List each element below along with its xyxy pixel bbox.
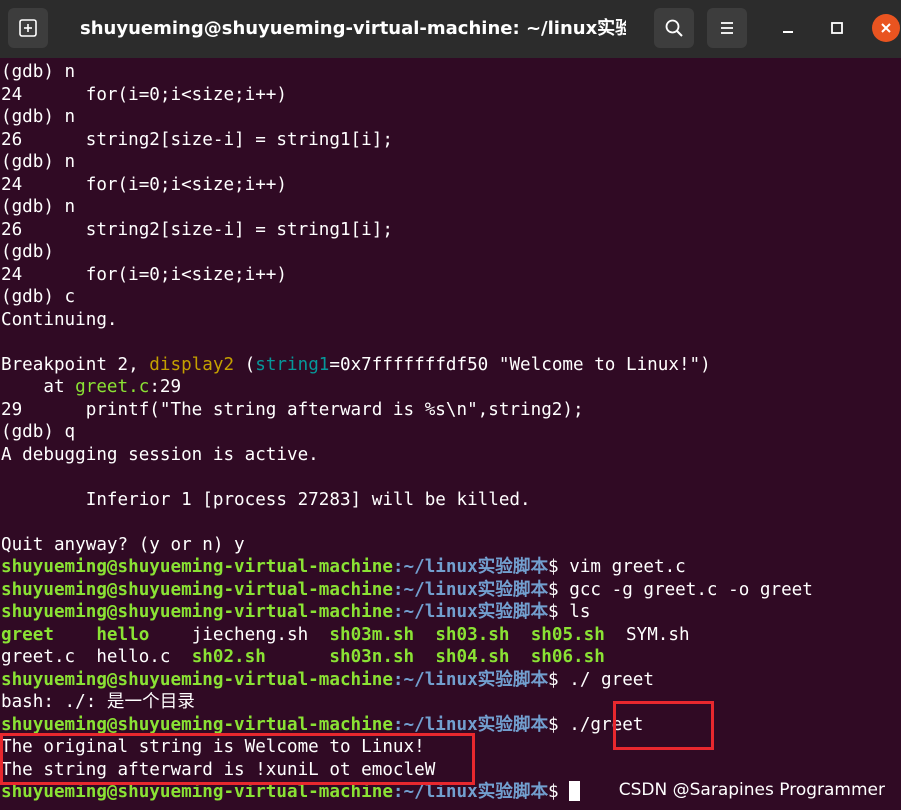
prompt-line: shuyueming@shuyueming-virtual-machine:~/… [0,669,901,692]
prompt-symbol: $ [548,602,570,622]
close-button[interactable] [872,14,900,42]
prompt-path: :~/linux实验脚本 [392,602,549,622]
terminal-line: 29 printf("The string afterward is %s\n"… [1,399,584,420]
prompt-symbol: $ [548,557,570,577]
ls-executable-file: greet [1,624,54,645]
watermark: CSDN @Sarapines Programmer [618,780,885,800]
terminal-line: 26 string2[size-i] = string1[i]; [1,129,393,150]
new-tab-button[interactable] [8,8,48,48]
close-icon [881,23,891,33]
terminal-line: (gdb) [1,242,54,262]
prompt-user: shuyueming@shuyueming-virtual-machine [1,579,393,600]
prompt-path: :~/linux实验脚本 [392,782,549,802]
command-text: gcc -g greet.c -o greet [569,579,813,600]
terminal-line: (gdb) q [1,422,76,442]
prompt-line: shuyueming@shuyueming-virtual-machine:~/… [0,601,901,624]
prompt-user: shuyueming@shuyueming-virtual-machine [1,602,393,622]
terminal-line: 26 string2[size-i] = string1[i]; [1,219,393,240]
prompt-line: shuyueming@shuyueming-virtual-machine:~/… [0,579,901,602]
menu-button[interactable] [707,8,747,48]
prompt-user: shuyueming@shuyueming-virtual-machine [1,557,393,577]
function-name: display2 [149,354,235,375]
prompt-symbol: $ [548,782,570,802]
terminal-line: (gdb) n [1,107,76,127]
ls-executable-file: sh03m.sh [329,624,415,645]
search-button[interactable] [654,8,694,48]
ls-file: jiecheng.sh [191,624,309,645]
terminal-line: A debugging session is active. [1,444,319,465]
terminal-line: Quit anyway? (y or n) y [1,534,245,555]
source-file: greet.c [75,377,150,397]
maximize-icon [831,22,843,34]
breakpoint-line: Breakpoint 2, display2 (string1=0x7fffff… [0,354,901,377]
prompt-symbol: $ [548,669,570,690]
terminal-line: (gdb) n [1,152,76,172]
command-text: vim greet.c [569,557,686,577]
prompt-path: :~/linux实验脚本 [392,714,549,735]
minimize-icon [783,31,793,33]
prompt-path: :~/linux实验脚本 [392,579,549,600]
ls-executable-file: sh03n.sh [329,647,415,667]
new-tab-icon [19,19,37,37]
terminal-line: (gdb) c [1,287,76,307]
prompt-user: shuyueming@shuyueming-virtual-machine [1,669,393,690]
at-label: at [1,377,76,397]
ls-executable-file: sh03.sh [435,624,510,645]
argument-value: =0x7fffffffdf50 "Welcome to Linux!") [329,354,711,375]
ls-output-row: greet hello jiecheng.sh sh03m.sh sh03.sh… [0,624,901,647]
breakpoint-label: Breakpoint 2, [1,354,150,375]
terminal-line: 24 for(i=0;i<size;i++) [1,174,287,195]
prompt-symbol: $ [548,579,570,600]
ls-executable-file: sh04.sh [435,647,510,667]
ls-output-row: greet.c hello.c sh02.sh sh03n.sh sh04.sh… [0,646,901,669]
prompt-path: :~/linux实验脚本 [392,557,549,577]
command-text: ./ greet [569,669,654,690]
terminal-line: (gdb) n [1,197,76,217]
prompt-user: shuyueming@shuyueming-virtual-machine [1,782,393,802]
ls-executable-file: sh06.sh [530,647,605,667]
terminal-line: 24 for(i=0;i<size;i++) [1,84,287,105]
argument-name: string1 [255,354,330,375]
ls-executable-file: sh02.sh [191,647,266,667]
highlight-box-command [613,701,714,750]
command-text: ls [569,602,591,622]
location-line: at greet.c:29 [0,376,901,399]
prompt-line: shuyueming@shuyueming-virtual-machine:~/… [0,556,901,579]
highlight-box-output [0,733,475,785]
window-title: shuyueming@shuyueming-virtual-machine: ~… [80,18,626,39]
prompt-user: shuyueming@shuyueming-virtual-machine [1,714,393,735]
line-number: :29 [149,377,182,397]
search-icon [665,19,683,37]
minimize-button[interactable] [774,14,802,42]
text-cursor [569,781,581,801]
terminal-line: 24 for(i=0;i<size;i++) [1,264,287,285]
ls-file: greet.c [1,647,76,667]
ls-file: hello.c [96,647,171,667]
hamburger-menu-icon [721,22,733,34]
terminal-line: Inferior 1 [process 27283] will be kille… [1,489,531,510]
ls-file: SYM.sh [626,624,690,645]
maximize-button[interactable] [823,14,851,42]
prompt-symbol: $ [548,714,570,735]
ls-executable-file: hello [96,624,150,645]
terminal-output[interactable]: (gdb) n 24 for(i=0;i<size;i++) (gdb) n 2… [0,58,901,810]
title-bar: shuyueming@shuyueming-virtual-machine: ~… [0,0,901,58]
prompt-path: :~/linux实验脚本 [392,669,549,690]
ls-executable-file: sh05.sh [530,624,605,645]
terminal-line: Continuing. [1,309,118,330]
terminal-line: (gdb) n [1,62,76,82]
error-line: bash: ./: 是一个目录 [1,692,195,712]
paren: ( [234,354,256,375]
